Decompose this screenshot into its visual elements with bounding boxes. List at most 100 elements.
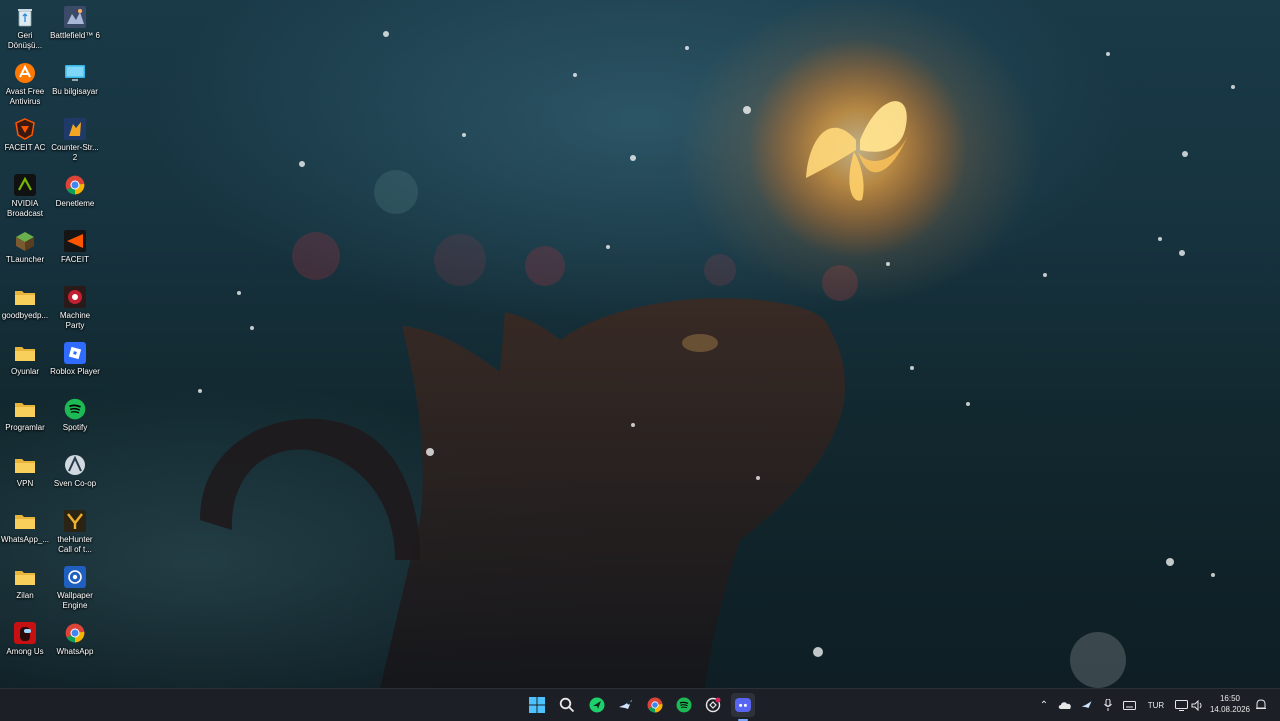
- desktop-shortcut-label: Denetleme: [55, 199, 95, 208]
- desktop-shortcut-label: Counter-Str... 2: [51, 143, 99, 162]
- desktop-shortcut-label: theHunter Call of t...: [57, 535, 93, 554]
- desktop-shortcut[interactable]: WhatsApp_...: [0, 506, 50, 560]
- steam-icon: [1081, 701, 1092, 708]
- chevron-up-icon: ⌃: [1039, 699, 1049, 711]
- desktop-shortcut-label: Spotify: [62, 423, 88, 432]
- desktop-shortcut-label: goodbyedp...: [1, 311, 49, 320]
- clock-time: 16:50: [1219, 694, 1241, 703]
- chrome-icon: [64, 174, 86, 196]
- desktop-shortcut-label: Machine Party: [59, 311, 91, 330]
- show-hidden-icons-button[interactable]: ⌃: [1038, 697, 1050, 713]
- recycle-bin-icon: [14, 6, 36, 28]
- notification-bell-icon: [1256, 699, 1266, 709]
- notification-center-button[interactable]: [1254, 697, 1268, 713]
- tlauncher-icon: [14, 230, 36, 252]
- desktop-shortcut-label: FACEIT AC: [4, 143, 46, 152]
- desktop-shortcut[interactable]: Wallpaper Engine: [50, 562, 100, 616]
- desktop-shortcut[interactable]: WhatsApp: [50, 618, 100, 672]
- spotify-icon: [64, 398, 86, 420]
- desktop-shortcut[interactable]: Counter-Str... 2: [50, 114, 100, 168]
- desktop-shortcut[interactable]: Geri Dönüşü...: [0, 2, 50, 56]
- desktop-shortcut[interactable]: Programlar: [0, 394, 50, 448]
- tray-network[interactable]: [1174, 697, 1188, 713]
- tray-microphone[interactable]: [1101, 697, 1115, 713]
- desktop-shortcut-label: Geri Dönüşü...: [7, 31, 43, 50]
- taskbar-clock[interactable]: 16:50 14.08.2026: [1208, 693, 1252, 715]
- desktop-shortcut[interactable]: FACEIT: [50, 226, 100, 280]
- desktop-shortcut-label: Zilan: [16, 591, 34, 600]
- taskbar-chrome[interactable]: [643, 693, 667, 717]
- sven-coop-icon: [64, 454, 86, 476]
- desktop-shortcut-label: WhatsApp: [56, 647, 94, 656]
- desktop-shortcut-label: Avast Free Antivirus: [5, 87, 45, 106]
- taskbar-ai-assistant[interactable]: [585, 693, 609, 717]
- desktop-shortcut-label: TLauncher: [5, 255, 45, 264]
- speaker-icon: [1191, 699, 1201, 711]
- discord-icon: [735, 698, 751, 712]
- language-label: TUR: [1147, 700, 1165, 710]
- avast-icon: [14, 62, 36, 84]
- microphone-icon: [1104, 699, 1112, 711]
- desktop-shortcut[interactable]: Sven Co-op: [50, 450, 100, 504]
- desktop-shortcut[interactable]: Among Us: [0, 618, 50, 672]
- tray-keyboard[interactable]: [1122, 697, 1136, 713]
- language-indicator[interactable]: TUR: [1144, 697, 1168, 713]
- desktop-shortcut[interactable]: FACEIT AC: [0, 114, 50, 168]
- desktop-shortcut[interactable]: goodbyedp...: [0, 282, 50, 336]
- faceit-icon: [64, 230, 86, 252]
- machine-party-icon: [64, 286, 86, 308]
- desktop-wallpaper: [0, 0, 1280, 688]
- desktop-shortcut-label: Bu bilgisayar: [52, 87, 98, 96]
- taskbar: ⌃ TUR 16:50 14.08.2026: [0, 688, 1280, 721]
- taskbar-spotify[interactable]: [672, 693, 696, 717]
- desktop-shortcut[interactable]: Avast Free Antivirus: [0, 58, 50, 112]
- desktop-shortcut[interactable]: Oyunlar: [0, 338, 50, 392]
- folder-icon: [14, 454, 36, 476]
- search-icon: [559, 697, 575, 713]
- taskbar-chatgpt[interactable]: [701, 693, 725, 717]
- desktop-shortcut[interactable]: theHunter Call of t...: [50, 506, 100, 560]
- roblox-icon: [64, 342, 86, 364]
- spotify-icon: [676, 697, 692, 713]
- desktop-shortcut[interactable]: Zilan: [0, 562, 50, 616]
- desktop-shortcut[interactable]: NVIDIA Broadcast: [0, 170, 50, 224]
- desktop-shortcut[interactable]: Battlefield™ 6: [50, 2, 100, 56]
- desktop-shortcut[interactable]: VPN: [0, 450, 50, 504]
- tray-volume[interactable]: [1190, 697, 1204, 713]
- chrome-icon: [64, 622, 86, 644]
- folder-icon: [14, 398, 36, 420]
- taskbar-discord[interactable]: [731, 693, 755, 717]
- desktop-shortcut[interactable]: Spotify: [50, 394, 100, 448]
- network-icon: [1174, 699, 1188, 711]
- ai-assistant-icon: [589, 697, 605, 713]
- counter-strike-icon: [64, 118, 86, 140]
- start-button[interactable]: [525, 693, 549, 717]
- desktop-shortcut[interactable]: Bu bilgisayar: [50, 58, 100, 112]
- folder-icon: [14, 566, 36, 588]
- folder-icon: [14, 510, 36, 532]
- tray-steam[interactable]: [1080, 697, 1094, 713]
- faceit-ac-icon: [14, 118, 36, 140]
- folder-icon: [14, 342, 36, 364]
- desktop-shortcut-label: Among Us: [6, 647, 44, 656]
- desktop-shortcut[interactable]: Machine Party: [50, 282, 100, 336]
- desktop-shortcut-label: FACEIT: [60, 255, 89, 264]
- desktop-shortcut-label: NVIDIA Broadcast: [6, 199, 44, 218]
- this-pc-icon: [64, 62, 86, 84]
- search-button[interactable]: [555, 693, 579, 717]
- desktop-shortcut[interactable]: Denetleme: [50, 170, 100, 224]
- tray-onedrive[interactable]: [1058, 697, 1072, 713]
- desktop-shortcut-label: Oyunlar: [10, 367, 39, 376]
- keyboard-icon: [1122, 700, 1136, 710]
- among-us-icon: [14, 622, 36, 644]
- wallpaper-engine-icon: [64, 566, 86, 588]
- desktop-shortcut-label: VPN: [16, 479, 34, 488]
- start-icon: [529, 697, 545, 713]
- desktop-shortcut-label: Battlefield™ 6: [50, 31, 100, 40]
- clock-date: 14.08.2026: [1209, 705, 1251, 714]
- taskbar-steam[interactable]: [614, 693, 638, 717]
- desktop-shortcut[interactable]: TLauncher: [0, 226, 50, 280]
- chatgpt-icon: [705, 697, 721, 713]
- desktop-shortcut-label: Sven Co-op: [53, 479, 97, 488]
- desktop-shortcut[interactable]: Roblox Player: [50, 338, 100, 392]
